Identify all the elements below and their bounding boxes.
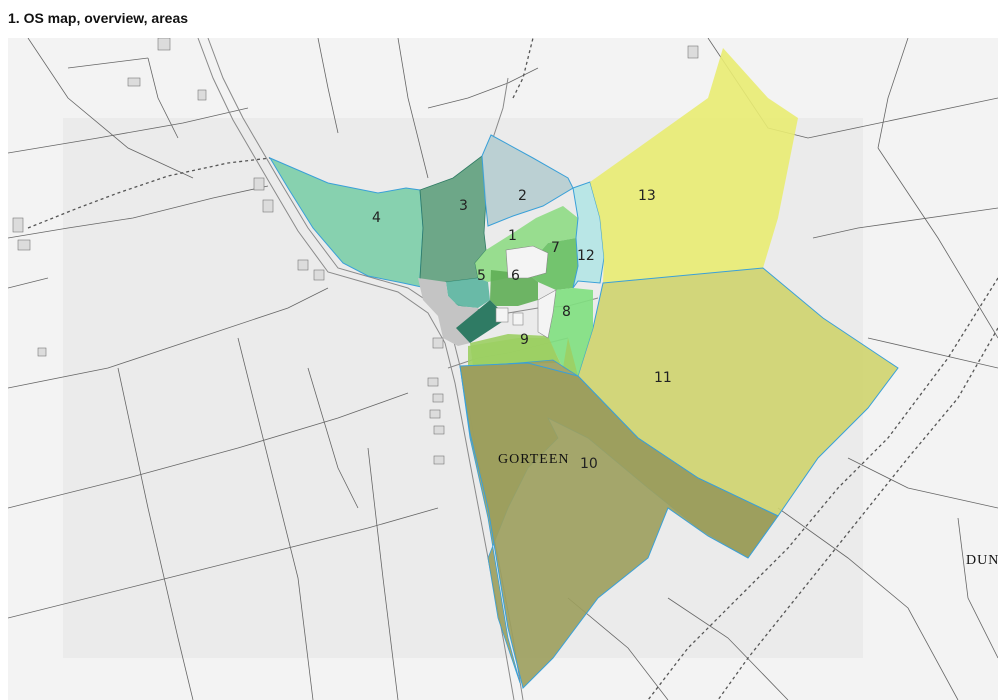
area-label-13: 13 (638, 188, 656, 204)
area-label-10: 10 (580, 456, 598, 472)
area-label-9: 9 (520, 332, 529, 348)
area-label-5: 5 (477, 268, 486, 284)
area-label-2: 2 (518, 188, 527, 204)
townland-label: GORTEEN (498, 452, 569, 467)
area-label-12: 12 (577, 248, 595, 264)
os-map[interactable]: 1 2 3 4 5 6 7 8 9 10 11 12 13 GORTEEN DU… (8, 38, 998, 700)
edge-place-label: DUN (966, 553, 998, 568)
area-label-7: 7 (551, 240, 560, 256)
area-label-6: 6 (511, 268, 520, 284)
area-label-8: 8 (562, 304, 571, 320)
area-label-3: 3 (459, 198, 468, 214)
page-title: 1. OS map, overview, areas (8, 10, 189, 26)
area-label-4: 4 (372, 210, 381, 226)
area-label-1: 1 (508, 228, 517, 244)
area-label-11: 11 (654, 370, 672, 386)
